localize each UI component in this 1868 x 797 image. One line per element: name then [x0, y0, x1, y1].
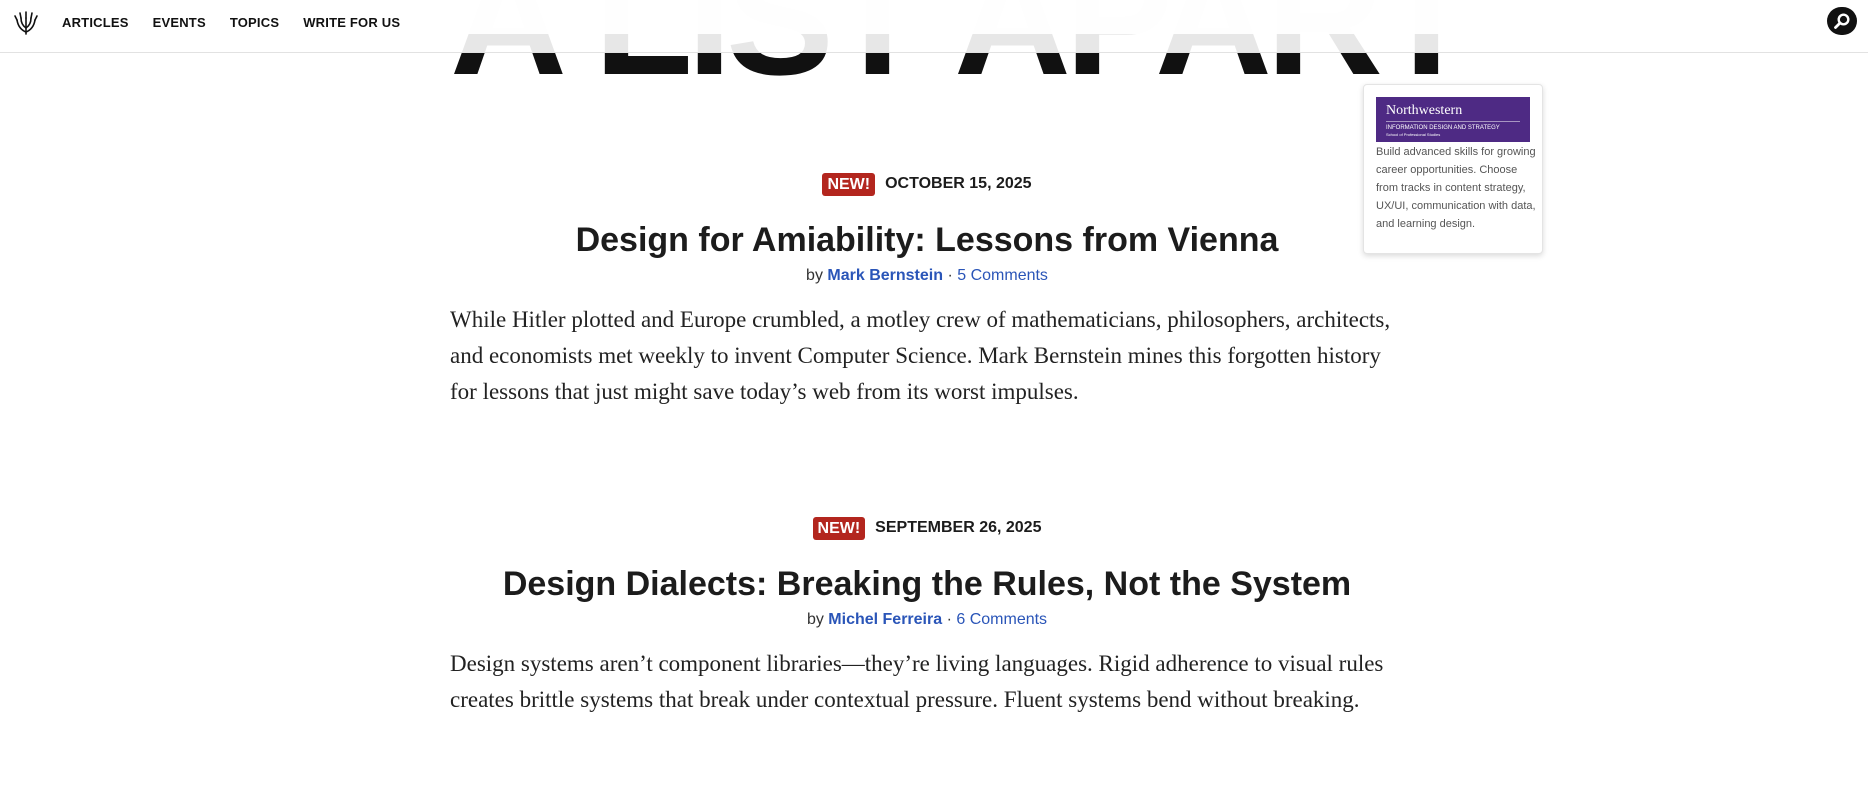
article-title[interactable]: Design Dialects: Breaking the Rules, Not… [450, 563, 1404, 605]
search-button[interactable] [1827, 7, 1857, 35]
author-link[interactable]: Michel Ferreira [828, 611, 942, 628]
article-date: SEPTEMBER 26, 2025 [875, 519, 1042, 536]
article-meta: NEW! SEPTEMBER 26, 2025 [450, 515, 1404, 541]
nav-link-write-for-us[interactable]: WRITE FOR US [303, 15, 400, 30]
byline-separator: · [947, 267, 953, 284]
comments-link[interactable]: 5 Comments [957, 267, 1048, 284]
nav-links: ARTICLES EVENTS TOPICS WRITE FOR US [62, 0, 424, 44]
search-icon [1834, 13, 1850, 29]
ad-school-name: School of Professional Studies [1386, 132, 1441, 137]
new-badge: NEW! [822, 172, 876, 196]
article-date: OCTOBER 15, 2025 [885, 175, 1032, 192]
ala-emblem-icon[interactable] [13, 10, 39, 36]
byline-prefix: by [806, 611, 824, 628]
author-link[interactable]: Mark Bernstein [827, 267, 943, 284]
article-excerpt: Design systems aren’t component librarie… [450, 651, 1384, 712]
nav-link-articles[interactable]: ARTICLES [62, 15, 129, 30]
nav-link-topics[interactable]: TOPICS [230, 15, 279, 30]
ad-copy[interactable]: Build advanced skills for growing career… [1376, 143, 1536, 233]
ad-brand-banner[interactable]: Northwestern INFORMATION DESIGN AND STRA… [1376, 97, 1530, 142]
sponsor-ad[interactable]: Northwestern INFORMATION DESIGN AND STRA… [1363, 84, 1543, 254]
article-excerpt: While Hitler plotted and Europe crumbled… [450, 307, 1391, 404]
ad-brand-name: Northwestern [1386, 103, 1463, 118]
byline-prefix: by [806, 267, 823, 284]
article-meta: NEW! OCTOBER 15, 2025 [450, 171, 1404, 197]
article-byline: by Michel Ferreira · 6 Comments [450, 610, 1404, 630]
top-nav: ARTICLES EVENTS TOPICS WRITE FOR US [0, 0, 1868, 53]
comments-link[interactable]: 6 Comments [956, 611, 1047, 628]
byline-separator: · [946, 611, 952, 628]
article-byline: by Mark Bernstein · 5 Comments [450, 266, 1404, 286]
article-card: NEW! SEPTEMBER 26, 2025 Design Dialects:… [450, 515, 1404, 718]
article-title[interactable]: Design for Amiability: Lessons from Vien… [450, 219, 1404, 261]
nav-link-events[interactable]: EVENTS [153, 15, 206, 30]
ad-program-name: INFORMATION DESIGN AND STRATEGY [1386, 121, 1520, 132]
article-card: NEW! OCTOBER 15, 2025 Design for Amiabil… [450, 171, 1404, 410]
new-badge: NEW! [812, 516, 866, 540]
